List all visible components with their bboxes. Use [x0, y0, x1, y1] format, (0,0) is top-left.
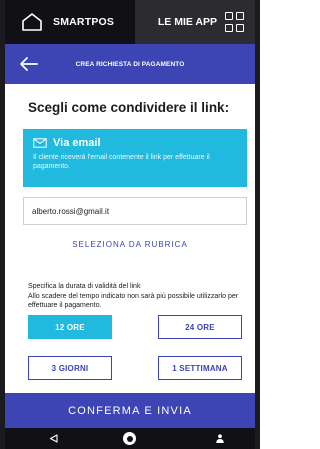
- duration-option-1-week[interactable]: 1 SETTIMANA: [158, 356, 242, 380]
- title-bar: CREA RICHIESTA DI PAGAMENTO: [5, 44, 255, 84]
- select-from-contacts-link[interactable]: SELEZIONA DA RUBRICA: [5, 240, 255, 249]
- home-outline-icon: [22, 13, 42, 31]
- home-label: SMARTPOS: [53, 16, 115, 28]
- envelope-icon: [33, 138, 47, 148]
- page-title: CREA RICHIESTA DI PAGAMENTO: [75, 60, 185, 68]
- duration-option-12-hours[interactable]: 12 ORE: [28, 315, 112, 339]
- system-nav-bar: [5, 428, 255, 449]
- device-screen: SMARTPOS LE MIE APP CREA RICHIESTA DI PA…: [0, 0, 260, 449]
- email-option-title-row: Via email: [33, 137, 237, 149]
- device-frame-right: [255, 0, 260, 449]
- top-bar: SMARTPOS LE MIE APP: [5, 0, 255, 44]
- triangle-back-icon[interactable]: [49, 434, 58, 443]
- main-content: Scegli come condividere il link: Via ema…: [5, 84, 255, 449]
- email-option-title: Via email: [53, 137, 101, 149]
- email-share-option[interactable]: Via email Il cliente riceverà l'email co…: [23, 129, 247, 187]
- email-option-description: Il cliente riceverà l'email contenente i…: [33, 154, 210, 170]
- my-apps-button[interactable]: LE MIE APP: [135, 0, 255, 44]
- share-heading: Scegli come condividere il link:: [28, 100, 230, 115]
- confirm-and-send-button[interactable]: CONFERMA E INVIA: [5, 393, 255, 428]
- grid-icon: [225, 12, 245, 32]
- duration-description: Allo scadere del tempo indicato non sarà…: [28, 293, 239, 309]
- duration-option-24-hours[interactable]: 24 ORE: [158, 315, 242, 339]
- duration-option-3-days[interactable]: 3 GIORNI: [28, 356, 112, 380]
- home-button[interactable]: SMARTPOS: [5, 0, 123, 44]
- person-icon[interactable]: [216, 434, 224, 443]
- email-input[interactable]: [23, 197, 247, 225]
- my-apps-label: LE MIE APP: [157, 16, 217, 28]
- duration-title: Specifica la durata di validità del link: [28, 283, 141, 290]
- arrow-left-icon[interactable]: [19, 55, 39, 73]
- circle-home-icon[interactable]: [123, 432, 136, 445]
